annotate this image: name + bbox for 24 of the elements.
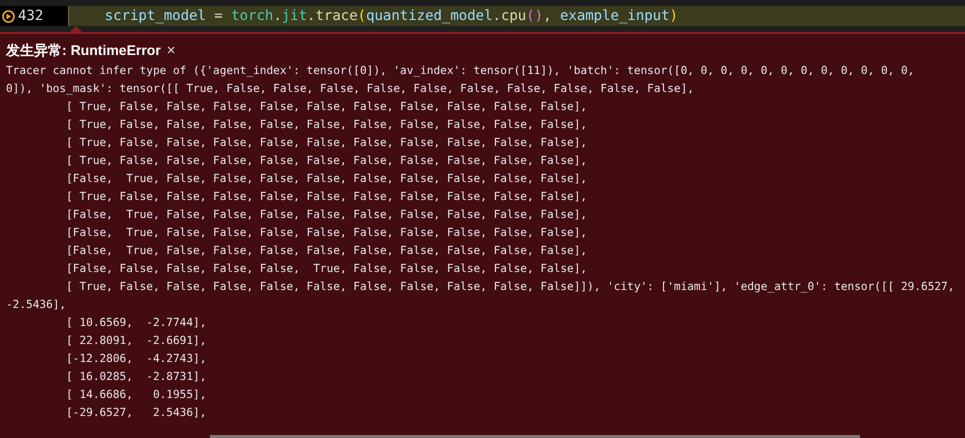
error-message-line: [ True, False, False, False, False, False, False, False, False, False, False], — [65, 99, 588, 115]
error-message-line: -2.5436], — [6, 297, 66, 313]
error-message-line: [ True, False, False, False, False, False, False, False, False, False, False], — [65, 153, 588, 169]
exception-title: 发生异常: RuntimeError — [6, 40, 161, 60]
error-message-line: [False, True, False, False, False, False, False, False, False, False, False], — [65, 225, 588, 241]
scrollbar[interactable] — [210, 435, 860, 438]
error-message-line: [ 22.8091, -2.6691], — [65, 333, 206, 349]
error-message-line: [ True, False, False, False, False, False, False, False, False, False, False], — [65, 135, 588, 151]
error-message-line: [False, False, False, False, False, True, False, False, False, False, False], — [65, 261, 588, 277]
error-message-line: [ True, False, False, False, False, False, False, False, False, False, False], — [65, 189, 588, 205]
close-button[interactable]: × — [166, 42, 176, 58]
error-message-line: [-29.6527, 2.5436], — [65, 405, 206, 421]
error-message-line: [ 14.6686, 0.1955], — [65, 387, 206, 403]
error-message-line: [ 16.0285, -2.8731], — [65, 369, 206, 385]
error-message-line: [False, True, False, False, False, False, False, False, False, False, False], — [65, 171, 588, 187]
error-message-line: 0]), 'bos_mask': tensor([[ True, False, False, False, False, False, False, False, False, False, False], — [6, 81, 694, 97]
line-number: 432 — [18, 6, 44, 26]
error-message-line: [False, True, False, False, False, False, False, False, False, False, False], — [65, 207, 588, 223]
error-message-line: [ True, False, False, False, False, False, False, False, False, False, False], — [65, 117, 588, 133]
error-message-line: [ True, False, False, False, False, False, False, False, False, False, False]]), 'city': ['miami'], 'edge_attr_0': tensor([[ 29.6527, — [65, 279, 954, 295]
error-message-line: Tracer cannot infer type of ({'agent_index': tensor([0]), 'av_index': tensor([11]), 'batch': tensor([0, 0, 0, 0, 0, 0, 0, 0, 0, 0, 0, 0, — [6, 63, 914, 79]
error-message-line: [-12.2806, -4.2743], — [65, 351, 206, 367]
error-message-line: [False, True, False, False, False, False, False, False, False, False, False], — [65, 243, 588, 259]
error-message-line: [ 10.6569, -2.7744], — [65, 315, 206, 331]
